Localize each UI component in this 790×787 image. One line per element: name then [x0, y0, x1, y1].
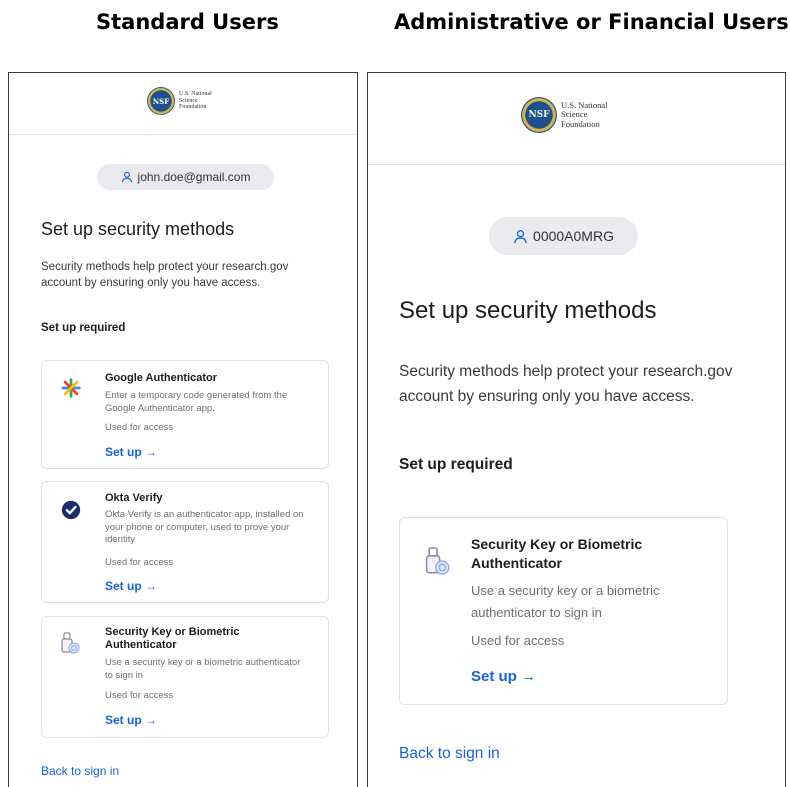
card-description: Use a security key or a biometric authen… — [471, 583, 660, 620]
nsf-seal-icon: NSF — [521, 97, 557, 133]
card-usage: Used for access — [105, 422, 174, 433]
page-description: Security methods help protect your resea… — [399, 363, 733, 405]
nsf-org-name: U.S. National Science Foundation — [179, 91, 212, 111]
card-usage: Used for access — [105, 557, 174, 568]
page-title: Set up security methods — [399, 297, 657, 324]
user-identifier-pill: john.doe@gmail.com — [97, 164, 274, 190]
admin-financial-users-heading: Administrative or Financial Users — [394, 10, 789, 34]
card-description: Enter a temporary code generated from th… — [105, 390, 288, 414]
standard-users-screen: NSF U.S. National Science Foundation joh… — [8, 72, 358, 787]
security-key-card: Security Key or Biometric Authenticator … — [41, 616, 329, 738]
user-identifier: 0000A0MRG — [533, 228, 614, 244]
page-description: Security methods help protect your resea… — [41, 261, 289, 289]
user-identifier-pill: 0000A0MRG — [489, 217, 638, 255]
setup-required-label: Set up required — [399, 456, 513, 473]
nsf-logo: NSF U.S. National Science Foundation — [521, 97, 608, 133]
nsf-seal-icon: NSF — [147, 87, 175, 115]
back-to-sign-in-link[interactable]: Back to sign in — [41, 764, 119, 778]
card-title: Security Key or Biometric Authenticator — [105, 626, 240, 651]
google-authenticator-setup-link[interactable]: Set up → — [105, 445, 157, 459]
card-usage: Used for access — [471, 633, 565, 648]
okta-verify-icon — [58, 497, 84, 523]
page-title: Set up security methods — [41, 219, 235, 239]
security-key-card: Security Key or Biometric Authenticator … — [399, 517, 728, 705]
security-key-icon — [422, 544, 452, 578]
user-icon — [514, 229, 527, 243]
logo-header: NSF U.S. National Science Foundation — [368, 73, 785, 165]
back-to-sign-in-link[interactable]: Back to sign in — [399, 745, 500, 763]
user-icon — [121, 171, 132, 183]
card-description: Use a security key or a biometric authen… — [105, 657, 301, 681]
nsf-org-name: U.S. National Science Foundation — [561, 99, 608, 129]
user-identifier: john.doe@gmail.com — [137, 170, 251, 184]
logo-header: NSF U.S. National Science Foundation — [9, 73, 357, 135]
security-key-setup-link[interactable]: Set up → — [471, 668, 536, 685]
admin-financial-users-screen: NSF U.S. National Science Foundation 000… — [367, 72, 786, 787]
standard-users-heading: Standard Users — [96, 10, 279, 34]
card-usage: Used for access — [105, 690, 174, 701]
nsf-logo: NSF U.S. National Science Foundation — [147, 87, 212, 115]
okta-verify-setup-link[interactable]: Set up → — [105, 579, 157, 593]
google-authenticator-icon — [58, 375, 84, 401]
card-title: Security Key or Biometric Authenticator — [471, 536, 643, 571]
card-description: Okta Verify is an authenticator app, ins… — [105, 509, 304, 545]
setup-required-label: Set up required — [41, 322, 126, 334]
google-authenticator-card: Google Authenticator Enter a temporary c… — [41, 360, 329, 469]
security-key-setup-link[interactable]: Set up → — [105, 713, 157, 727]
card-title: Google Authenticator — [105, 372, 218, 384]
okta-verify-card: Okta Verify Okta Verify is an authentica… — [41, 481, 329, 603]
security-key-icon — [58, 629, 82, 657]
card-title: Okta Verify — [105, 492, 163, 504]
